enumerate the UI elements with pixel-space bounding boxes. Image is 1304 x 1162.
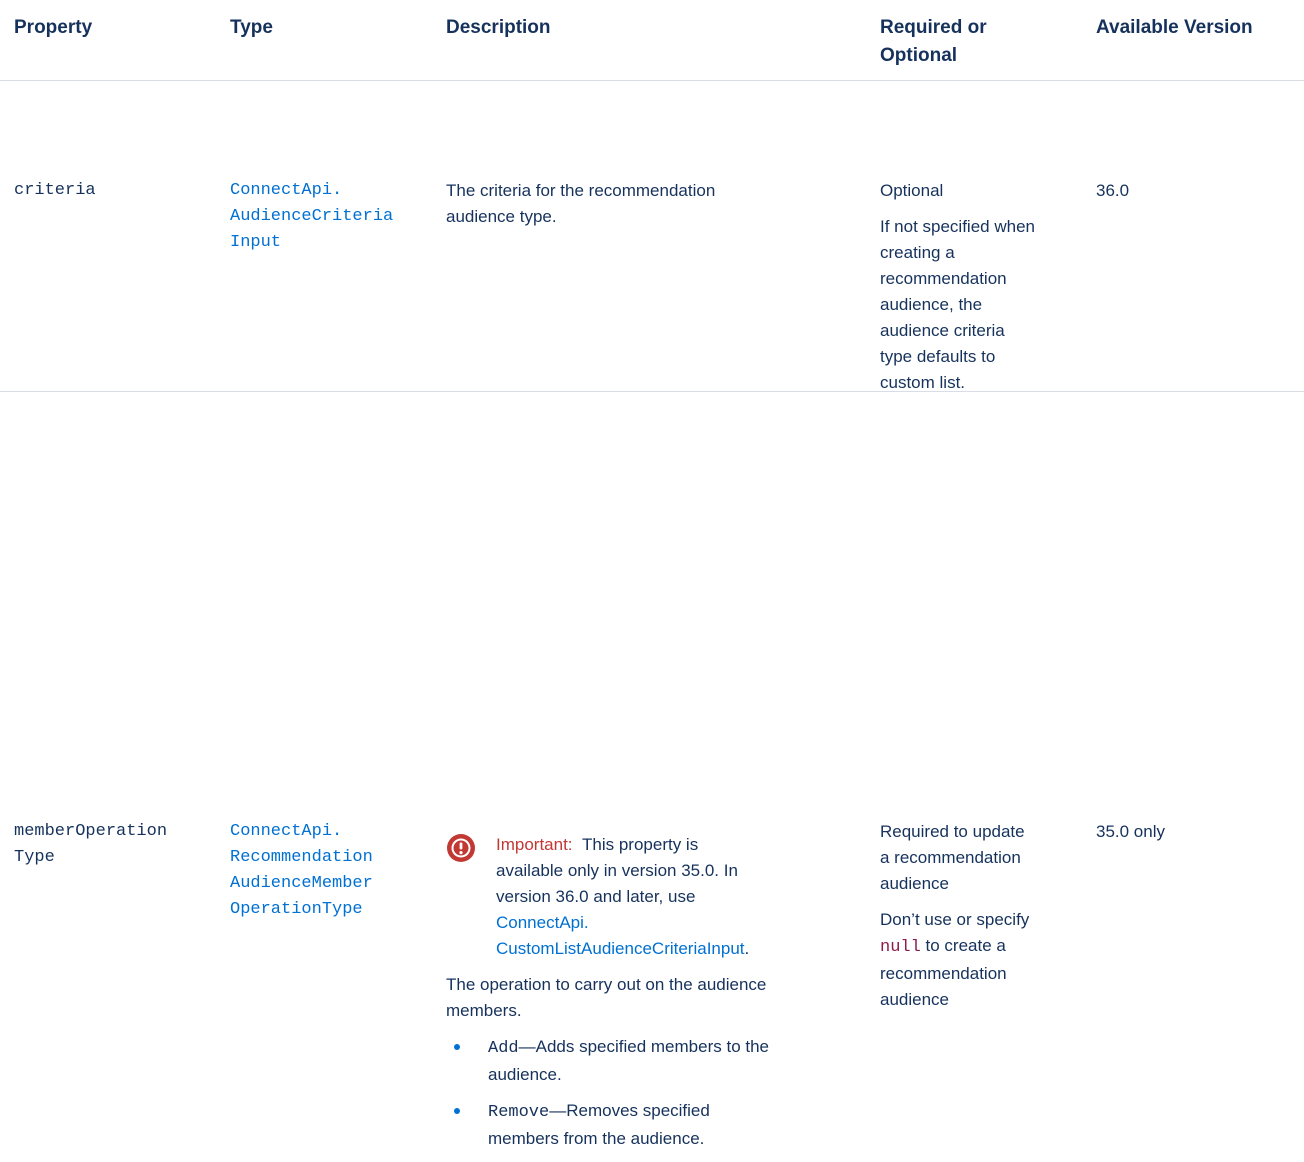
operation-code: Remove [488, 1103, 550, 1122]
required-para: Optional [880, 178, 1090, 204]
required-note-line: creating a [880, 243, 955, 262]
important-line: Important: This property is [496, 832, 866, 858]
type-link-line[interactable]: AudienceMember [230, 871, 440, 897]
required-line: Required to update [880, 822, 1025, 841]
important-line: version 36.0 and later, use [496, 887, 696, 906]
required-line: a recommendation [880, 848, 1021, 867]
type-link-line[interactable]: ConnectApi. [230, 819, 440, 845]
document-page: Property Type Description Required or Op… [0, 0, 1304, 1148]
required-line: Optional [880, 181, 944, 200]
description: The criteria for the recommendation audi… [446, 178, 866, 230]
operation-text: —Removes specified [549, 1101, 710, 1120]
bullet-icon [454, 1044, 460, 1050]
property-name-line: criteria [14, 181, 96, 200]
operation-text: —Adds specified members to the [518, 1037, 770, 1056]
important-period: . [744, 939, 750, 958]
property-name-line: memberOperation [14, 822, 168, 841]
required-para: Required to update a recommendation audi… [880, 819, 1090, 897]
list-item-line: members from the audience. [488, 1129, 705, 1148]
type-link[interactable]: ConnectApi. AudienceCriteria Input [230, 178, 440, 256]
required-line: audience [880, 874, 950, 893]
header-property: Property [14, 17, 93, 38]
list-item-line: Remove—Removes specified [488, 1098, 866, 1126]
table-row: memberOperation Type ConnectApi. Recomme… [0, 392, 1304, 1148]
required-note-line: Don’t use or specify [880, 910, 1030, 929]
required-or-optional: Optional If not specified when creating … [880, 178, 1090, 396]
list-item-line: Add—Adds specified members to the [488, 1034, 866, 1062]
warning-icon [447, 834, 475, 862]
property-name: memberOperation Type [14, 819, 219, 871]
property-name: criteria [14, 178, 219, 204]
header-required-line2: Optional [880, 45, 958, 66]
important-link[interactable]: CustomListAudienceCriteriaInput [496, 939, 745, 958]
table-header-row: Property Type Description Required or Op… [0, 0, 1304, 81]
null-code: null [880, 938, 921, 957]
table-row: criteria ConnectApi. AudienceCriteria In… [0, 81, 1304, 392]
important-text: This property is [582, 835, 699, 854]
header-description: Description [446, 17, 551, 38]
description-line: audience type. [446, 207, 557, 226]
type-link-line[interactable]: ConnectApi. [230, 178, 440, 204]
type-link-line[interactable]: OperationType [230, 897, 440, 923]
operation-list: Add—Adds specified members to the audien… [446, 1034, 866, 1152]
bullet-icon [454, 1108, 460, 1114]
type-link-line[interactable]: Input [230, 230, 440, 256]
list-item: Add—Adds specified members to the audien… [446, 1034, 866, 1088]
important-note: Important: This property is available on… [446, 832, 866, 962]
available-version: 36.0 [1096, 181, 1130, 200]
important-label: Important: [496, 835, 573, 854]
list-item: Remove—Removes specified members from th… [446, 1098, 866, 1152]
property-name-line: Type [14, 848, 55, 867]
required-note-line: audience [880, 990, 950, 1009]
required-note: Don’t use or specify null to create a re… [880, 907, 1090, 1013]
description-para: The operation to carry out on the audien… [446, 972, 866, 1024]
required-note-line: null to create a [880, 933, 1090, 961]
required-note-line: audience criteria [880, 321, 1005, 340]
description-line: The operation to carry out on the audien… [446, 975, 767, 994]
header-type: Type [230, 17, 273, 38]
header-available-version: Available Version [1096, 17, 1253, 38]
properties-table: Property Type Description Required or Op… [0, 0, 1304, 1148]
type-link-line[interactable]: Recommendation [230, 845, 440, 871]
operation-code: Add [488, 1039, 519, 1058]
header-required-line1: Required or [880, 17, 987, 38]
important-link[interactable]: ConnectApi. [496, 910, 866, 936]
description: Important: This property is available on… [446, 832, 866, 1162]
required-note-line: audience, the [880, 295, 983, 314]
description-line: The criteria for the recommendation [446, 181, 716, 200]
description-line: members. [446, 1001, 522, 1020]
important-line: available only in version 35.0. In [496, 861, 738, 880]
header-required-or-optional: Required or Optional [880, 14, 1090, 70]
available-version: 35.0 only [1096, 822, 1165, 841]
required-note-line: recommendation [880, 269, 1007, 288]
required-or-optional: Required to update a recommendation audi… [880, 819, 1090, 1013]
list-item-line: audience. [488, 1065, 562, 1084]
important-link-line: CustomListAudienceCriteriaInput. [496, 936, 866, 962]
type-link[interactable]: ConnectApi. Recommendation AudienceMembe… [230, 819, 440, 923]
required-note-text: to create a [920, 936, 1006, 955]
type-link-line[interactable]: AudienceCriteria [230, 204, 440, 230]
required-note-line: recommendation [880, 964, 1007, 983]
required-note-line: type defaults to [880, 347, 996, 366]
required-note: If not specified when creating a recomme… [880, 214, 1090, 396]
required-note-line: If not specified when [880, 217, 1035, 236]
